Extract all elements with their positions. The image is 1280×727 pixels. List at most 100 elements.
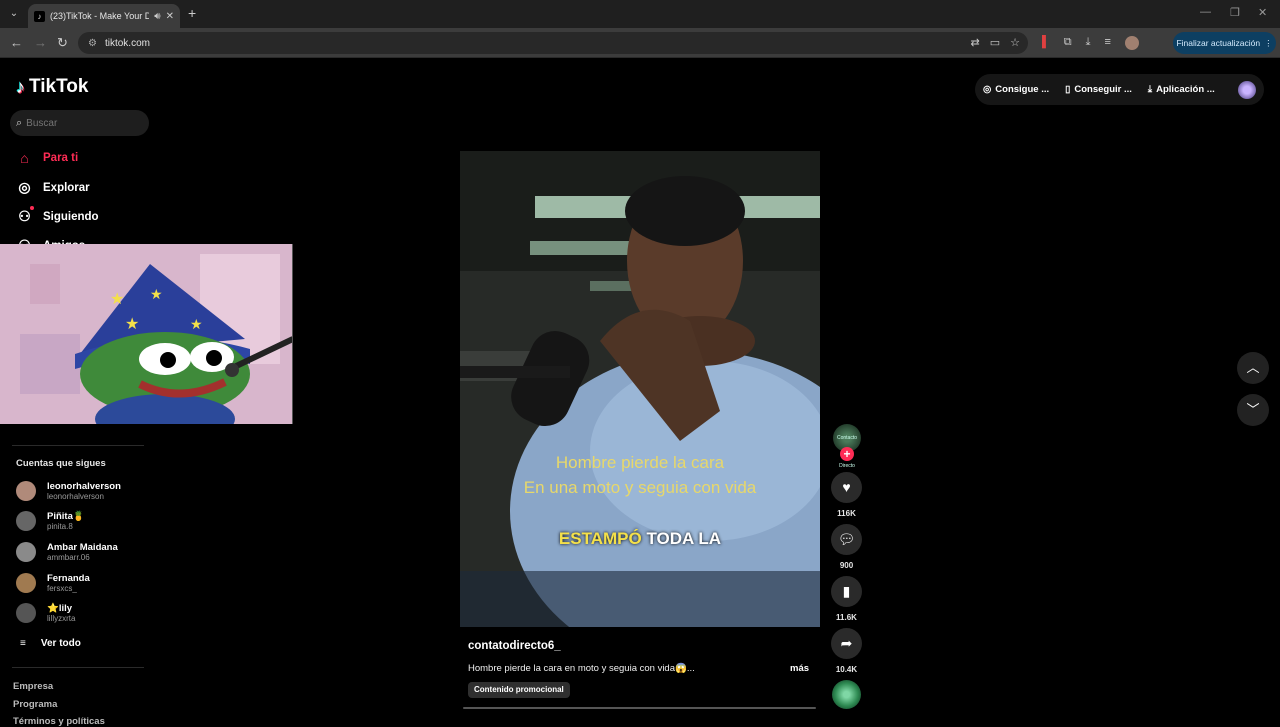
chevron-up-icon: ︿ xyxy=(1246,360,1260,375)
maximize-icon[interactable]: ❐ xyxy=(1230,6,1240,19)
account-name: Piñita🍍 xyxy=(47,511,85,522)
search-input[interactable] xyxy=(26,117,137,129)
video-player[interactable]: Hombre pierde la cara En una moto y segu… xyxy=(460,151,820,627)
nav-explorar[interactable]: ◎ Explorar xyxy=(16,179,90,196)
svg-text:★: ★ xyxy=(125,316,139,333)
tiktok-page: ♪ TikTok ⌕ ⌂ Para ti ◎ Explorar ⚇ Siguie… xyxy=(0,58,1280,727)
see-all-button[interactable]: ≡ Ver todo xyxy=(20,638,81,649)
svg-text:★: ★ xyxy=(190,316,203,332)
header-label: Consigue ... xyxy=(995,84,1050,95)
promo-tag[interactable]: Contenido promocional xyxy=(468,682,570,698)
avatar xyxy=(16,573,36,593)
profile-icon[interactable] xyxy=(1124,36,1139,50)
video-author[interactable]: contatodirecto6_ xyxy=(468,640,561,652)
speaker-icon[interactable]: 🔊︎ xyxy=(154,11,160,22)
like-count: 116K xyxy=(837,509,856,518)
forward-icon[interactable]: → xyxy=(34,35,47,50)
video-progress-bar[interactable] xyxy=(463,707,816,709)
following-account[interactable]: Fernanda fersxcs_ xyxy=(16,573,90,593)
nav-para-ti[interactable]: ⌂ Para ti xyxy=(16,150,78,166)
browser-toolbar: ← → ↻ ⚙ tiktok.com ⇄ ▭ ☆ ▌ ⧉ ⤓ ≡ Finaliz… xyxy=(0,28,1280,58)
sidebar-divider xyxy=(12,445,144,446)
nav-siguiendo[interactable]: ⚇ Siguiendo xyxy=(16,206,99,225)
back-icon[interactable]: ← xyxy=(10,35,23,50)
more-link[interactable]: más xyxy=(790,663,809,674)
menu-icon[interactable]: ⋮ xyxy=(1264,38,1273,49)
site-info-icon[interactable]: ⚙ xyxy=(88,38,97,49)
translate-icon[interactable]: ⇄ xyxy=(971,36,980,49)
new-tab-icon[interactable]: + xyxy=(188,5,196,21)
account-name: leonorhalverson xyxy=(47,481,121,492)
account-name: ⭐lily xyxy=(47,603,73,614)
list-icon: ≡ xyxy=(20,638,26,649)
compass-icon: ◎ xyxy=(18,179,31,195)
see-all-label: Ver todo xyxy=(40,638,81,649)
tiktok-logo[interactable]: ♪ TikTok xyxy=(16,76,88,98)
close-window-icon[interactable]: ✕ xyxy=(1258,6,1267,19)
footer-link-empresa[interactable]: Empresa xyxy=(13,681,53,692)
account-username: pinita.8 xyxy=(47,522,73,531)
browser-tab[interactable]: ♪ (23)TikTok - Make Your Day 🔊︎ ✕ xyxy=(28,4,180,28)
avatar xyxy=(16,511,36,531)
following-account[interactable]: Piñita🍍 pinita.8 xyxy=(16,511,85,531)
coins-icon: ◎ xyxy=(983,84,992,95)
pepe-wizard-illustration: ★ ★ ★ ★ xyxy=(0,244,292,424)
minimize-icon[interactable]: — xyxy=(1200,6,1211,18)
extensions-icon[interactable]: ⧉ xyxy=(1064,36,1072,50)
close-tab-icon[interactable]: ✕ xyxy=(166,11,174,22)
update-button[interactable]: Finalizar actualización ⋮ xyxy=(1173,32,1276,54)
video-frame xyxy=(460,151,820,627)
save-button[interactable]: ▮ xyxy=(831,576,862,607)
address-bar[interactable]: ⚙ tiktok.com ⇄ ▭ ☆ xyxy=(78,32,1028,54)
desktop-app-button[interactable]: ⤓ Aplicación ... xyxy=(1148,84,1215,95)
get-coins-button[interactable]: ◎ Consigue ... xyxy=(983,84,1049,95)
svg-text:★: ★ xyxy=(110,291,124,308)
footer-link-terminos[interactable]: Términos y políticas xyxy=(13,716,105,727)
tab-search-icon[interactable]: ⌄ xyxy=(6,6,22,22)
music-disc-icon[interactable] xyxy=(832,680,861,709)
extension-icon[interactable]: ▌ xyxy=(1042,36,1050,50)
nav-label: Siguiendo xyxy=(43,210,99,223)
download-icon[interactable]: ⤓ xyxy=(1086,36,1091,50)
nav-label: Para ti xyxy=(43,152,79,164)
following-account[interactable]: ⭐lily lillyzxrta xyxy=(16,603,75,623)
user-avatar[interactable] xyxy=(1238,80,1256,99)
avatar xyxy=(16,603,36,623)
account-username: ammbarr.06 xyxy=(47,553,90,562)
previous-video-button[interactable]: ︿ xyxy=(1237,352,1269,384)
stream-overlay-image: ★ ★ ★ ★ xyxy=(0,244,293,424)
next-video-button[interactable]: ﹀ xyxy=(1237,394,1269,426)
heart-icon: ♥ xyxy=(842,479,851,495)
reload-icon[interactable]: ↻ xyxy=(57,35,68,51)
account-username: lillyzxrta xyxy=(47,614,76,623)
caption-highlight-word: ESTAMPÓ xyxy=(558,529,642,548)
comment-count: 900 xyxy=(839,561,854,570)
video-caption-highlight: ESTAMPÓ TODA LA xyxy=(460,529,820,549)
logo-text: TikTok xyxy=(29,76,89,97)
browser-tab-strip: ⌄ ♪ (23)TikTok - Make Your Day 🔊︎ ✕ + — … xyxy=(0,0,1280,28)
share-count: 10.4K xyxy=(835,665,858,674)
header-label: Conseguir ... xyxy=(1074,84,1132,95)
footer-link-programa[interactable]: Programa xyxy=(13,699,57,710)
following-account[interactable]: Ambar Maidana ammbarr.06 xyxy=(16,542,118,562)
nav-label: Explorar xyxy=(43,181,90,194)
share-button[interactable]: ➦ xyxy=(831,628,862,659)
download-icon: ⤓ xyxy=(1147,84,1153,95)
like-button[interactable]: ♥ xyxy=(831,472,862,503)
media-icon[interactable]: ≡ xyxy=(1105,36,1111,50)
cast-icon[interactable]: ▭ xyxy=(990,36,1000,49)
video-caption-line2: En una moto y seguia con vida xyxy=(523,478,757,497)
sidebar-divider xyxy=(12,667,144,668)
star-icon[interactable]: ☆ xyxy=(1010,36,1020,49)
caption-rest: TODA LA xyxy=(646,529,722,548)
following-account[interactable]: leonorhalverson leonorhalverson xyxy=(16,481,121,501)
video-description: Hombre pierde la cara en moto y seguia c… xyxy=(468,663,695,674)
search-box[interactable]: ⌕ xyxy=(10,110,149,136)
follow-plus-button[interactable]: + xyxy=(840,447,854,461)
save-count: 11.6K xyxy=(836,613,857,622)
comment-button[interactable]: 💬︎ xyxy=(831,524,862,555)
comment-icon: 💬︎ xyxy=(837,531,856,547)
get-app-button[interactable]: ▯ Conseguir ... xyxy=(1065,84,1132,95)
account-username: fersxcs_ xyxy=(47,584,77,593)
share-icon: ➦ xyxy=(840,635,853,651)
